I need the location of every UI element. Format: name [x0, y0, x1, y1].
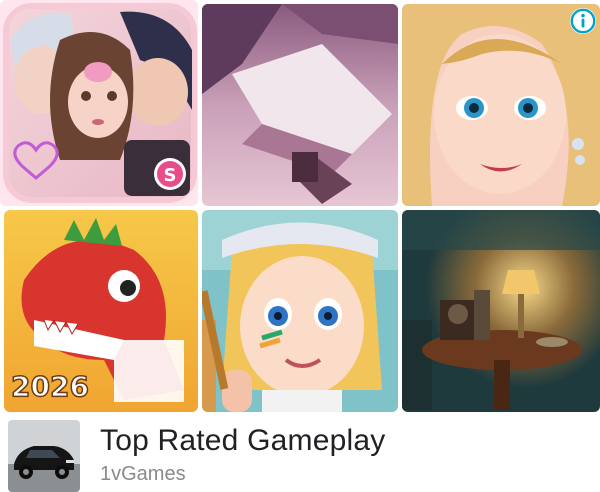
lowpoly-aircraft-image: [202, 4, 398, 206]
ad-tile-romance[interactable]: S: [0, 0, 198, 206]
year-badge: 2026: [11, 370, 89, 403]
ad-tile-aircraft[interactable]: [202, 4, 398, 206]
app-title[interactable]: Top Rated Gameplay: [100, 424, 385, 458]
app-developer[interactable]: 1vGames: [100, 463, 186, 486]
ad-info-button[interactable]: [570, 8, 596, 34]
sports-car-icon: [8, 420, 80, 492]
antique-room-image: [402, 210, 600, 412]
game-ad-collage[interactable]: S 2026: [0, 0, 600, 414]
ad-tile-antique-room[interactable]: [402, 210, 600, 412]
ad-tile-painter[interactable]: [202, 210, 398, 412]
romance-characters-image: S: [0, 0, 198, 206]
makeover-princess-image: [402, 4, 600, 206]
badge-letter: S: [164, 165, 177, 186]
app-thumbnail[interactable]: [8, 420, 80, 492]
dinosaur-image: 2026: [4, 210, 198, 412]
ad-tile-dinosaur[interactable]: 2026: [4, 210, 198, 412]
ad-tile-makeover[interactable]: [402, 4, 600, 206]
ad-app-footer[interactable]: Top Rated Gameplay 1vGames: [0, 416, 600, 492]
info-icon: [570, 8, 596, 34]
girl-painter-image: [202, 210, 398, 412]
